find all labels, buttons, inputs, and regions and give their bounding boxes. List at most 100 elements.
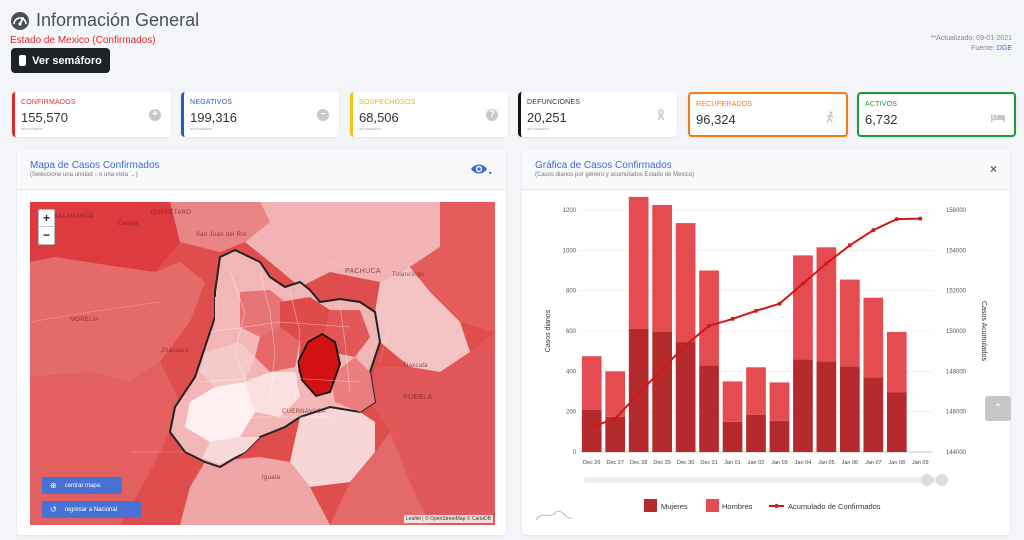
y-tick-label: 0: [573, 450, 577, 456]
stat-sublabel: acumulados: [359, 126, 381, 131]
x-tick-label: Jan 07: [865, 460, 882, 466]
center-map-button[interactable]: ⊕ centrar mapa: [42, 477, 122, 494]
bar-mujeres: [863, 377, 884, 452]
stat-value: 155,570: [21, 110, 68, 125]
stats-row: CONFIRMADOS 155,570 acumulados + NEGATIV…: [12, 92, 1016, 138]
y-tick-label: 1000: [563, 248, 577, 254]
point-acumulado: [636, 391, 641, 396]
x-tick-label: Dec 30: [677, 460, 694, 466]
chart-card-header: Gráfica de Casos Confirmados (Casos diar…: [522, 150, 1010, 190]
zoom-slider-track: [584, 477, 944, 483]
stat-value: 20,251: [527, 110, 567, 125]
x-tick-label: Jan 06: [842, 460, 859, 466]
x-tick-label: Jan 01: [724, 460, 741, 466]
map-card-title: Mapa de Casos Confirmados: [30, 160, 160, 171]
bar-hombres: [793, 255, 813, 360]
bar-hombres: [699, 270, 719, 366]
bar-hombres: [722, 381, 743, 422]
map-card: Mapa de Casos Confirmados (Seleccione un…: [17, 150, 506, 535]
y-axis-label: Casos diarios: [545, 309, 552, 352]
bar-hombres: [628, 196, 649, 329]
ver-semaforo-button[interactable]: Ver semáforo: [11, 48, 110, 73]
page-header: Información General Estado de Mexico (Co…: [10, 10, 1014, 76]
bar-mujeres: [769, 420, 790, 452]
x-tick-label: Dec 31: [700, 460, 717, 466]
zoom-out-button[interactable]: −: [39, 227, 54, 244]
x-tick-label: Jan 03: [771, 460, 788, 466]
bar-mujeres: [628, 328, 649, 452]
map-label: Iguala: [262, 475, 281, 481]
zoom-in-button[interactable]: +: [39, 210, 54, 227]
eye-view-dropdown-icon[interactable]: [470, 162, 492, 178]
stat-card-defunciones[interactable]: DEFUNCIONES 20,251 acumulados: [518, 92, 677, 137]
y2-tick-label: 150000: [946, 329, 967, 335]
map-label: PACHUCA: [345, 268, 381, 275]
stat-card-recuperados[interactable]: RECUPERADOS 96,324: [688, 92, 848, 137]
bar-hombres: [840, 279, 860, 367]
map-label: QUERÉTARO: [151, 210, 192, 216]
point-acumulado: [683, 343, 688, 348]
map-label: MORELIA: [70, 317, 100, 323]
point-acumulado: [918, 216, 923, 221]
x-tick-label: Jan 04: [795, 460, 812, 466]
stat-card-negativos[interactable]: NEGATIVOS 199,316 acumulados −: [181, 92, 339, 137]
point-acumulado: [777, 301, 782, 306]
stat-card-sospechosos[interactable]: SOSPECHOSOS 68,506 acumulados ?: [350, 92, 508, 137]
x-tick-label: Jan 08: [889, 460, 906, 466]
speedometer-icon: [11, 11, 29, 30]
choropleth-map[interactable]: SALAMANCA QUERÉTARO Celaya San Juan del …: [30, 202, 495, 525]
stat-card-activos[interactable]: ACTIVOS 6,732: [857, 92, 1016, 137]
y2-tick-label: 154000: [946, 248, 967, 254]
stat-card-confirmados[interactable]: CONFIRMADOS 155,570 acumulados +: [12, 92, 171, 137]
ver-semaforo-label: Ver semáforo: [32, 54, 102, 67]
source-link[interactable]: DGE: [997, 45, 1012, 52]
bar-hombres: [746, 367, 766, 415]
y-tick-label: 1200: [563, 208, 577, 214]
zoom-control: + −: [38, 209, 55, 245]
zoom-slider-handle: [936, 474, 948, 486]
map-card-subtitle: (Seleccione una unidad ↓ o una vista →): [30, 172, 138, 178]
x-tick-label: Dec 28: [630, 460, 647, 466]
center-map-label: centrar mapa: [64, 482, 101, 489]
map-attribution[interactable]: Leaflet | © OpenStreetMap © CartoDB: [403, 515, 493, 523]
map-label: SALAMANCA: [54, 214, 94, 220]
update-info: **Actualizado: 09-01-2021 Fuente: DGE: [931, 34, 1012, 54]
question-circle-icon: ?: [486, 109, 498, 121]
x-tick-label: Dec 29: [653, 460, 670, 466]
y2-tick-label: 152000: [946, 289, 967, 295]
cases-chart[interactable]: 0 200 400 600 800 1000 1200 144000 146000 148000 1…: [522, 190, 1010, 535]
y2-tick-label: 144000: [946, 450, 967, 456]
point-acumulado: [847, 243, 852, 248]
chart-card-subtitle: (Casos diarios por género y acumulados E…: [535, 172, 695, 178]
bar-mujeres: [840, 366, 860, 452]
plus-circle-icon: +: [149, 109, 161, 121]
scroll-to-top-button[interactable]: ⌃: [985, 396, 1011, 421]
x-tick-label: Dec 27: [606, 460, 623, 466]
bar-mujeres: [793, 359, 813, 452]
ribbon-icon: [657, 109, 665, 121]
x-tick-label: Jan 05: [818, 460, 835, 466]
stat-sublabel: acumulados: [190, 126, 212, 131]
chart-card-title: Gráfica de Casos Confirmados: [535, 160, 672, 171]
point-acumulado: [707, 323, 712, 328]
traffic-light-icon: [19, 55, 27, 66]
sparkline-icon: [535, 510, 573, 521]
map-label: Celaya: [118, 221, 139, 227]
bar-hombres: [652, 204, 672, 333]
point-acumulado: [613, 416, 618, 421]
back-to-national-label: regresar a Nacional: [64, 506, 118, 513]
stat-label: DEFUNCIONES: [527, 99, 581, 106]
y-tick-label: 800: [566, 289, 577, 295]
legend-acumulado-label: Acumulado de Confirmados: [788, 502, 881, 511]
y2-tick-label: 148000: [946, 369, 967, 375]
close-icon[interactable]: ×: [990, 162, 997, 176]
point-acumulado: [589, 424, 594, 429]
updated-date: **Actualizado: 09-01-2021: [930, 35, 1012, 42]
bar-mujeres: [675, 342, 696, 452]
point-acumulado: [894, 217, 899, 222]
chart-card: Gráfica de Casos Confirmados (Casos diar…: [522, 150, 1010, 535]
back-to-national-button[interactable]: ↺ regresar a Nacional: [42, 501, 141, 518]
source-label: Fuente:: [971, 45, 995, 52]
crosshair-icon: ⊕: [50, 481, 57, 490]
y2-tick-label: 146000: [946, 410, 967, 416]
